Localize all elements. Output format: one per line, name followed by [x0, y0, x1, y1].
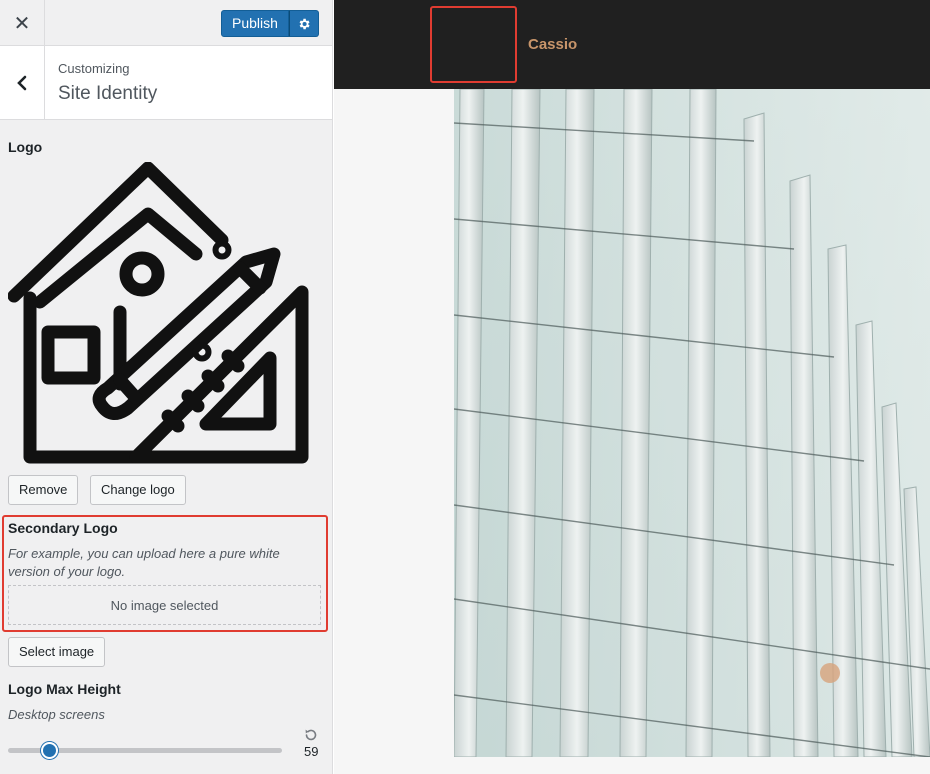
back-button[interactable] — [0, 46, 45, 119]
logo-max-height-label: Logo Max Height — [8, 681, 121, 697]
slider-thumb[interactable] — [40, 742, 58, 759]
secondary-logo-dropzone[interactable]: No image selected — [8, 585, 321, 625]
site-title[interactable]: Cassio — [528, 36, 577, 53]
logo-height-value: 59 — [304, 744, 319, 759]
publish-button[interactable]: Publish — [221, 10, 289, 37]
select-image-button[interactable]: Select image — [8, 637, 106, 667]
chevron-left-icon — [17, 75, 27, 90]
section-subtitle: Customizing — [58, 61, 130, 76]
section-title: Site Identity — [58, 83, 158, 104]
close-icon: ✕ — [13, 12, 31, 35]
close-button[interactable]: ✕ — [0, 0, 45, 46]
site-header: Cassio — [334, 0, 930, 89]
desktop-screens-label: Desktop screens — [8, 707, 105, 722]
no-image-text: No image selected — [110, 597, 219, 613]
publish-settings-button[interactable] — [288, 10, 319, 37]
secondary-logo-label: Secondary Logo — [8, 520, 118, 536]
secondary-logo-description: For example, you can upload here a pure … — [8, 546, 280, 579]
change-logo-button[interactable]: Change logo — [90, 475, 186, 505]
publish-group: Publish — [221, 10, 319, 37]
section-header: Customizing Site Identity — [0, 46, 332, 120]
site-logo-placeholder[interactable] — [430, 6, 517, 83]
logo-label: Logo — [8, 139, 43, 155]
hero-image — [454, 89, 930, 757]
customizer-topbar: ✕ Publish — [0, 0, 332, 46]
logo-height-slider[interactable] — [8, 742, 282, 759]
reset-icon[interactable] — [303, 727, 319, 743]
remove-logo-button[interactable]: Remove — [8, 475, 79, 505]
customizer-sidebar: ✕ Publish Customizing Site Identity Logo — [0, 0, 333, 774]
logo-image[interactable] — [8, 162, 310, 464]
site-preview: Cassio — [334, 0, 930, 774]
gear-icon — [299, 18, 310, 29]
